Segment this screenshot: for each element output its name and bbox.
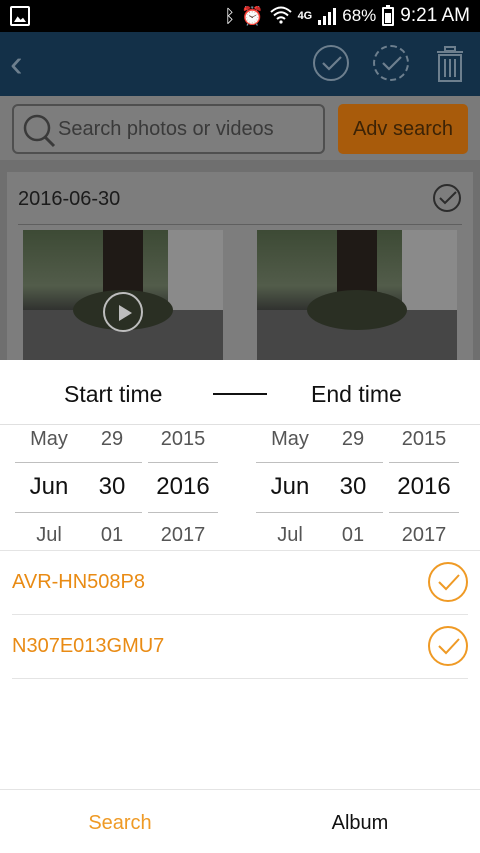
photo-thumbnail[interactable] [257, 230, 457, 360]
device-name: AVR-HN508P8 [12, 571, 146, 593]
wifi-icon [269, 6, 292, 27]
trash-icon[interactable] [435, 46, 465, 82]
dimmed-background: ‹ Adv search 2016-06-30 [0, 32, 480, 360]
end-year-prev[interactable]: 2015 [389, 428, 459, 451]
media-card: 2016-06-30 [7, 172, 473, 360]
start-day-current[interactable]: 30 [82, 473, 142, 501]
time-filter-sheet: Start time End time May Jun Jul 29 30 01… [0, 360, 480, 853]
tab-album[interactable]: Album [240, 790, 480, 853]
search-row: Adv search [0, 96, 480, 160]
battery-percent: 68% [342, 6, 377, 25]
network-type: 4G [297, 10, 313, 22]
card-check-icon[interactable] [433, 184, 461, 212]
start-month-next[interactable]: Jul [15, 524, 83, 547]
bottom-nav: Search Album [0, 789, 480, 853]
range-dash [213, 393, 267, 395]
select-icon[interactable] [313, 45, 349, 81]
device-check-icon[interactable] [428, 626, 468, 666]
card-date: 2016-06-30 [18, 188, 121, 210]
battery-icon [382, 4, 395, 26]
end-time-label: End time [311, 381, 402, 407]
search-icon [21, 114, 57, 153]
status-icons: ᛒ ⏰ 4G 68% 9:21 AM [224, 4, 470, 28]
tab-search[interactable]: Search [0, 790, 240, 853]
time-header: Start time End time [0, 360, 480, 425]
app-bar: ‹ [0, 32, 480, 96]
start-date-picker: May Jun Jul 29 30 01 2015 2016 2017 [0, 424, 240, 550]
alarm-icon: ⏰ [241, 6, 264, 26]
device-item[interactable]: N307E013GMU7 [12, 615, 468, 679]
start-year-prev[interactable]: 2015 [148, 428, 218, 451]
start-year-next[interactable]: 2017 [148, 524, 218, 547]
device-item[interactable]: AVR-HN508P8 [12, 551, 468, 615]
search-input[interactable] [58, 114, 318, 144]
end-day-current[interactable]: 30 [323, 473, 383, 501]
end-day-prev[interactable]: 29 [323, 428, 383, 451]
start-time-label: Start time [64, 381, 163, 407]
adv-search-button[interactable]: Adv search [338, 104, 468, 154]
device-check-icon[interactable] [428, 562, 468, 602]
status-bar: ᛒ ⏰ 4G 68% 9:21 AM [0, 0, 480, 32]
end-month-next[interactable]: Jul [256, 524, 324, 547]
end-year-current[interactable]: 2016 [389, 473, 459, 501]
start-month-prev[interactable]: May [15, 428, 83, 451]
start-year-current[interactable]: 2016 [148, 473, 218, 501]
start-day-prev[interactable]: 29 [82, 428, 142, 451]
end-month-prev[interactable]: May [256, 428, 324, 451]
gallery-icon [10, 6, 30, 26]
start-day-next[interactable]: 01 [82, 524, 142, 547]
signal-icon [318, 7, 337, 25]
select-all-icon[interactable] [373, 45, 409, 81]
bluetooth-icon: ᛒ [224, 6, 236, 26]
end-day-next[interactable]: 01 [323, 524, 383, 547]
play-icon[interactable] [103, 292, 143, 332]
end-date-picker: May Jun Jul 29 30 01 2015 2016 2017 [240, 424, 480, 550]
start-month-current[interactable]: Jun [15, 473, 83, 501]
end-month-current[interactable]: Jun [256, 473, 324, 501]
divider [18, 224, 462, 225]
clock: 9:21 AM [400, 5, 470, 26]
end-year-next[interactable]: 2017 [389, 524, 459, 547]
device-name: N307E013GMU7 [12, 635, 165, 657]
back-icon[interactable]: ‹ [10, 45, 40, 83]
video-thumbnail[interactable] [23, 230, 223, 360]
search-box[interactable] [12, 104, 325, 154]
